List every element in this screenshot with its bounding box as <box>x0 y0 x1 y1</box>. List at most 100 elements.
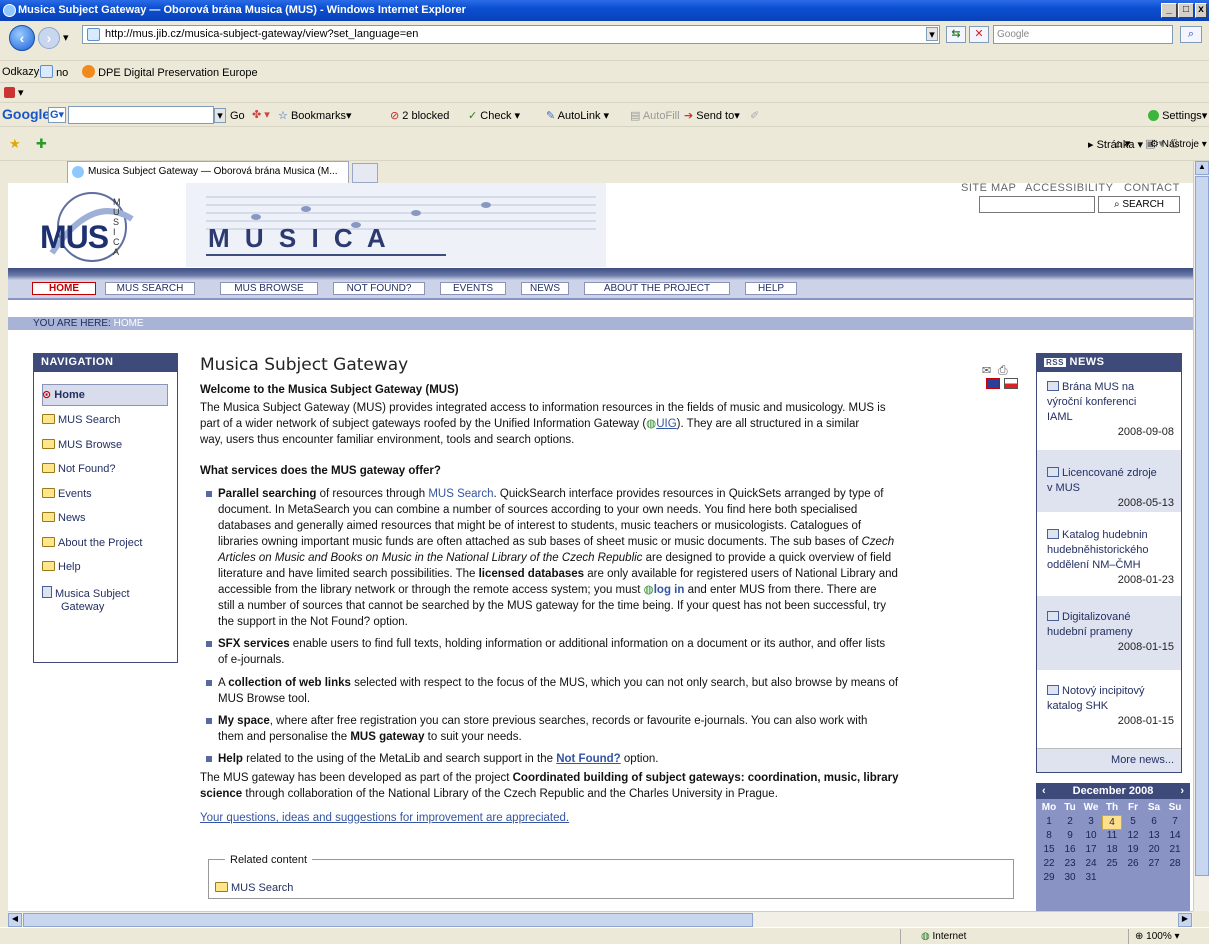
accessibility-link[interactable]: ACCESSIBILITY <box>1025 183 1113 194</box>
popup-blocker-button[interactable]: ⊘ 2 blocked <box>390 109 449 123</box>
back-button[interactable]: ‹ <box>9 25 35 51</box>
menu-news[interactable]: NEWS <box>521 282 569 295</box>
menu-help[interactable]: HELP <box>745 282 797 295</box>
scroll-up-icon[interactable]: ▲ <box>1195 161 1209 175</box>
nav-home[interactable]: ⊙ Home <box>42 388 85 401</box>
autolink-button[interactable]: ✎ AutoLink ▾ <box>546 109 609 123</box>
news-item[interactable]: Digitalizované hudební prameny 2008-01-15 <box>1037 596 1181 670</box>
login-link[interactable]: log in <box>654 584 685 596</box>
google-go-button[interactable]: Go <box>230 109 245 123</box>
vertical-scroll-thumb[interactable] <box>1195 176 1209 876</box>
calendar-day[interactable]: 17 <box>1081 843 1101 856</box>
calendar-day[interactable]: 9 <box>1060 829 1080 842</box>
calendar-day[interactable]: 1 <box>1039 815 1059 828</box>
send-email-icon[interactable]: ✉ <box>982 363 991 379</box>
calendar-day[interactable]: 21 <box>1165 843 1185 856</box>
refresh-icon[interactable]: ⇆ <box>946 26 966 43</box>
autofill-button[interactable]: ▤ AutoFill <box>630 109 680 123</box>
nav-mus-browse[interactable]: MUS Browse <box>42 439 122 451</box>
history-dropdown-icon[interactable]: ▾ <box>63 31 69 45</box>
more-news-link[interactable]: More news... <box>1037 748 1181 772</box>
nav-not-found[interactable]: Not Found? <box>42 463 115 475</box>
page-menu[interactable]: ▸ Stránka ▾ <box>1088 138 1143 152</box>
stop-icon[interactable]: ✕ <box>969 26 989 43</box>
calendar-day[interactable]: 2 <box>1060 815 1080 828</box>
calendar-day[interactable]: 29 <box>1039 871 1059 884</box>
mus-search-link[interactable]: MUS Search <box>428 488 493 500</box>
puzzle-icon[interactable]: ✤ ▾ <box>252 108 270 122</box>
settings-button[interactable]: Settings▾ <box>1148 109 1207 123</box>
next-month-icon[interactable]: › <box>1180 783 1190 799</box>
site-search-input[interactable] <box>979 196 1095 213</box>
calendar-day[interactable]: 11 <box>1102 829 1122 842</box>
calendar-day[interactable]: 18 <box>1102 843 1122 856</box>
site-search-button[interactable]: ⌕ SEARCH <box>1098 196 1180 213</box>
search-input[interactable]: Google <box>993 25 1173 44</box>
bookmarks-button[interactable]: ☆ Bookmarks▾ <box>278 109 351 123</box>
calendar-day[interactable]: 28 <box>1165 857 1185 870</box>
new-tab-button[interactable] <box>352 163 378 183</box>
scroll-right-icon[interactable]: ▶ <box>1178 913 1192 927</box>
nav-mus-search[interactable]: MUS Search <box>42 414 120 426</box>
calendar-day[interactable]: 12 <box>1123 829 1143 842</box>
calendar-day[interactable]: 3 <box>1081 815 1101 828</box>
tools-menu[interactable]: ⚙ Nástroje ▾ <box>1150 138 1207 152</box>
related-mus-search[interactable]: MUS Search <box>215 880 293 896</box>
sendto-button[interactable]: ➔ Send to▾ <box>684 109 740 123</box>
nav-news[interactable]: News <box>42 512 86 524</box>
translate-icon[interactable]: ▾ <box>4 86 24 100</box>
calendar-day[interactable]: 16 <box>1060 843 1080 856</box>
nav-musica-gateway[interactable]: Musica Subject <box>42 586 130 600</box>
calendar-day[interactable]: 23 <box>1060 857 1080 870</box>
calendar-day[interactable]: 31 <box>1081 871 1101 884</box>
calendar-day[interactable]: 5 <box>1123 815 1143 828</box>
google-search-input[interactable] <box>68 106 214 124</box>
calendar-day[interactable]: 8 <box>1039 829 1059 842</box>
nav-events[interactable]: Events <box>42 488 92 500</box>
calendar-day[interactable]: 22 <box>1039 857 1059 870</box>
contact-link[interactable]: CONTACT <box>1124 183 1180 194</box>
favorites-star-icon[interactable]: ★ <box>9 137 21 151</box>
sitemap-link[interactable]: SITE MAP <box>961 183 1016 194</box>
search-go-icon[interactable]: ⌕ <box>1180 26 1202 43</box>
news-item[interactable]: Notový incipitový katalog SHK 2008-01-15 <box>1037 670 1181 744</box>
calendar-day[interactable]: 6 <box>1144 815 1164 828</box>
menu-mus-search[interactable]: MUS SEARCH <box>105 282 195 295</box>
menu-not-found[interactable]: NOT FOUND? <box>333 282 425 295</box>
menu-events[interactable]: EVENTS <box>440 282 506 295</box>
calendar-day-today[interactable]: 4 <box>1102 815 1122 830</box>
link-dpe[interactable]: DPE Digital Preservation Europe <box>82 65 258 80</box>
horizontal-scroll-thumb[interactable] <box>23 913 753 927</box>
not-found-link[interactable]: Not Found? <box>556 753 621 765</box>
nav-help[interactable]: Help <box>42 561 81 573</box>
calendar-day[interactable]: 10 <box>1081 829 1101 842</box>
uig-link[interactable]: UIG <box>656 418 676 430</box>
calendar-day[interactable]: 20 <box>1144 843 1164 856</box>
nav-about[interactable]: About the Project <box>42 537 142 549</box>
calendar-day[interactable]: 27 <box>1144 857 1164 870</box>
tab-musica[interactable]: Musica Subject Gateway — Oborová brána M… <box>67 161 349 183</box>
calendar-day[interactable]: 15 <box>1039 843 1059 856</box>
calendar-day[interactable]: 7 <box>1165 815 1185 828</box>
menu-mus-browse[interactable]: MUS BROWSE <box>220 282 318 295</box>
google-dropdown-icon[interactable]: ▾ <box>214 108 226 123</box>
address-input[interactable]: http://mus.jib.cz/musica-subject-gateway… <box>82 25 940 44</box>
pencil-icon[interactable]: ✐ <box>750 109 759 123</box>
calendar-day[interactable]: 25 <box>1102 857 1122 870</box>
maximize-button[interactable]: □ <box>1178 3 1194 18</box>
add-favorite-icon[interactable]: ✚ <box>36 137 47 151</box>
news-item[interactable]: Licencované zdroje v MUS 2008-05-13 <box>1037 450 1181 512</box>
forward-button[interactable]: › <box>38 27 60 49</box>
feedback-link[interactable]: Your questions, ideas and suggestions fo… <box>200 810 1028 826</box>
google-g-icon[interactable]: G▾ <box>48 107 66 123</box>
calendar-day[interactable]: 19 <box>1123 843 1143 856</box>
calendar-day[interactable]: 14 <box>1165 829 1185 842</box>
close-button[interactable]: x <box>1195 3 1207 18</box>
nav-musica-gateway-2[interactable]: Gateway <box>61 601 104 613</box>
calendar-day[interactable]: 13 <box>1144 829 1164 842</box>
print-page-icon[interactable]: ⎙ <box>998 362 1008 378</box>
horizontal-scrollbar[interactable]: ◀ ▶ <box>8 911 1193 927</box>
minimize-button[interactable]: _ <box>1161 3 1177 18</box>
prev-month-icon[interactable]: ‹ <box>1036 783 1046 799</box>
menu-home[interactable]: HOME <box>32 282 96 295</box>
